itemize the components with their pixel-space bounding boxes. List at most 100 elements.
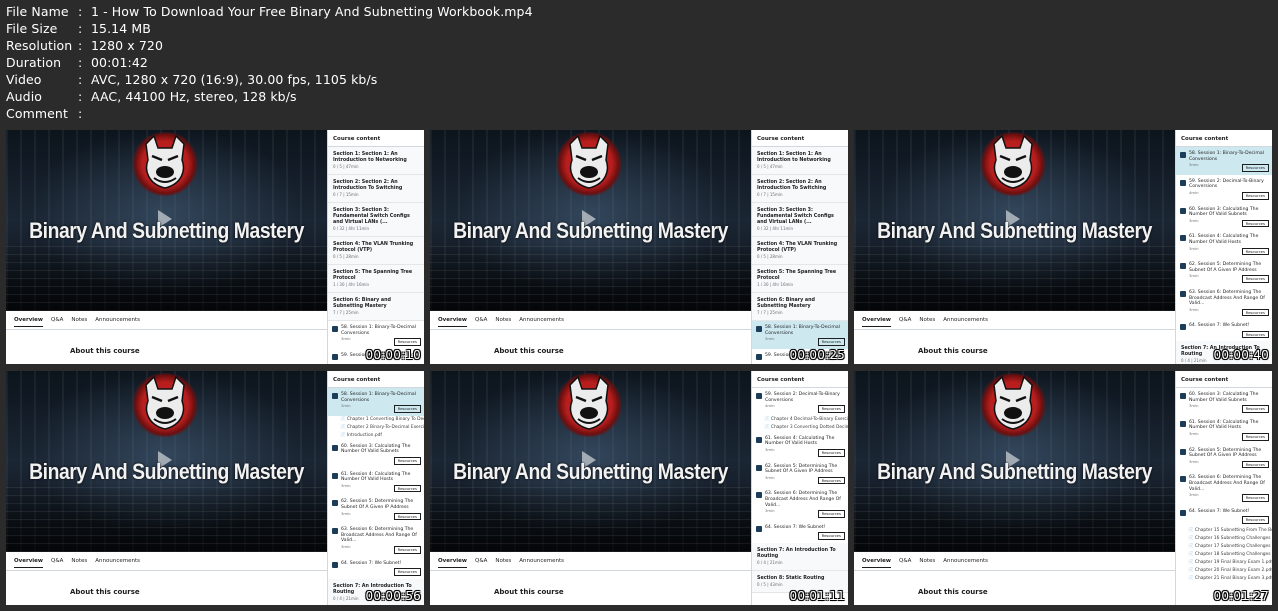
tab-overview[interactable]: Overview bbox=[438, 558, 467, 568]
tab-qa[interactable]: Q&A bbox=[51, 558, 63, 568]
resources-button[interactable]: Resources bbox=[393, 512, 421, 521]
video-thumbnail[interactable]: Binary And Subnetting Mastery Overview Q&… bbox=[854, 371, 1272, 605]
lecture-item[interactable]: 63. Session 6: Determining The Broadcast… bbox=[328, 523, 424, 556]
resources-button[interactable]: Resources bbox=[817, 532, 845, 540]
resource-file-link[interactable]: 📄 Chapter 3 Converting Dotted Decim bbox=[752, 424, 848, 432]
resources-button[interactable]: Resources bbox=[393, 456, 421, 465]
video-frame[interactable]: Binary And Subnetting Mastery bbox=[854, 130, 1175, 311]
section-header[interactable]: Section 7: An Introduction To Routing 0 /… bbox=[752, 542, 848, 571]
tab-announcements[interactable]: Announcements bbox=[943, 317, 988, 327]
checkbox-icon[interactable] bbox=[1180, 179, 1186, 186]
lecture-item[interactable]: 59. Session 2: Decimal-To-Binary Convers… bbox=[752, 388, 848, 416]
resources-button[interactable]: Resources bbox=[817, 476, 845, 485]
video-frame[interactable]: Binary And Subnetting Mastery bbox=[430, 371, 751, 552]
resource-file-link[interactable]: 📄 Chapter 16 Subnetting Challenges 1 bbox=[1176, 535, 1272, 543]
tab-overview[interactable]: Overview bbox=[14, 317, 43, 327]
checkbox-icon[interactable] bbox=[332, 353, 338, 360]
checkbox-icon[interactable] bbox=[1180, 476, 1186, 483]
tab-qa[interactable]: Q&A bbox=[899, 558, 911, 568]
checkbox-icon[interactable] bbox=[332, 561, 338, 568]
tab-notes[interactable]: Notes bbox=[495, 317, 511, 327]
lecture-item[interactable]: 64. Session 7: We Subnet! Resources bbox=[328, 557, 424, 579]
checkbox-icon[interactable] bbox=[756, 525, 762, 532]
tab-notes[interactable]: Notes bbox=[71, 558, 87, 568]
lecture-item[interactable]: 61. Session 4: Calculating The Number Of… bbox=[1176, 230, 1272, 258]
checkbox-icon[interactable] bbox=[332, 326, 338, 332]
lecture-item[interactable]: 60. Session 3: Calculating The Number Of… bbox=[1176, 388, 1272, 416]
video-frame[interactable]: Binary And Subnetting Mastery bbox=[430, 130, 751, 311]
section-header[interactable]: Section 5: The Spanning Tree Protocol 1 /… bbox=[328, 265, 424, 293]
resources-button[interactable]: Resources bbox=[1241, 516, 1269, 524]
resources-button[interactable]: Resources bbox=[1241, 247, 1269, 256]
checkbox-icon[interactable] bbox=[1180, 324, 1186, 331]
lecture-item[interactable]: 58. Session 1: Binary-To-Decimal Convers… bbox=[752, 321, 848, 349]
resources-button[interactable]: Resources bbox=[1241, 460, 1269, 469]
tab-notes[interactable]: Notes bbox=[495, 558, 511, 568]
lecture-item[interactable]: 61. Session 4: Calculating The Number Of… bbox=[752, 432, 848, 460]
section-header[interactable]: Section 2: Section 2: An Introduction To… bbox=[328, 175, 424, 203]
resources-button[interactable]: Resources bbox=[1241, 308, 1269, 317]
checkbox-icon[interactable] bbox=[756, 464, 762, 471]
resource-file-link[interactable]: 📄 Chapter 19 Final Binary Exam 1.pdf bbox=[1176, 559, 1272, 567]
tab-qa[interactable]: Q&A bbox=[899, 317, 911, 327]
resource-file-link[interactable]: 📄 Chapter 20 Final Binary Exam 2.pdf bbox=[1176, 567, 1272, 575]
tab-announcements[interactable]: Announcements bbox=[519, 317, 564, 327]
resources-button[interactable]: Resources bbox=[1241, 405, 1269, 413]
checkbox-icon[interactable] bbox=[756, 492, 762, 499]
video-thumbnail[interactable]: Binary And Subnetting Mastery Overview Q&… bbox=[6, 371, 424, 605]
video-thumbnail[interactable]: Binary And Subnetting Mastery Overview Q&… bbox=[6, 130, 424, 364]
checkbox-icon[interactable] bbox=[332, 444, 338, 451]
tab-overview[interactable]: Overview bbox=[862, 558, 891, 568]
video-thumbnail[interactable]: Binary And Subnetting Mastery Overview Q&… bbox=[854, 130, 1272, 364]
resources-button[interactable]: Resources bbox=[817, 405, 845, 413]
lecture-item[interactable]: 58. Session 1: Binary-To-Decimal Convers… bbox=[1176, 147, 1272, 175]
resource-file-link[interactable]: 📄 Chapter 4 Decimal-To-Binary Exercis bbox=[752, 416, 848, 424]
resources-button[interactable]: Resources bbox=[393, 545, 421, 554]
lecture-item[interactable]: 64. Session 7: We Subnet! Resources bbox=[1176, 319, 1272, 341]
resource-file-link[interactable]: 📄 Chapter 18 Subnetting Challenges 3 bbox=[1176, 551, 1272, 559]
checkbox-icon[interactable] bbox=[1180, 235, 1186, 242]
lecture-item[interactable]: 64. Session 7: We Subnet! Resources bbox=[752, 521, 848, 543]
resource-file-link[interactable]: 📄 Chapter 21 Final Binary Exam 3.pdf bbox=[1176, 575, 1272, 583]
lecture-item[interactable]: 62. Session 5: Determining The Subnet Of… bbox=[1176, 258, 1272, 286]
tab-notes[interactable]: Notes bbox=[71, 317, 87, 327]
section-header[interactable]: Section 2: Section 2: An Introduction To… bbox=[752, 175, 848, 203]
checkbox-icon[interactable] bbox=[332, 500, 338, 507]
checkbox-icon[interactable] bbox=[756, 393, 762, 399]
lecture-item[interactable]: 60. Session 3: Calculating The Number Of… bbox=[1176, 203, 1272, 231]
checkbox-icon[interactable] bbox=[1180, 393, 1186, 399]
section-header[interactable]: Section 5: The Spanning Tree Protocol 1 /… bbox=[752, 265, 848, 293]
lecture-item[interactable]: 64. Session 7: We Subnet! Resources bbox=[1176, 505, 1272, 527]
video-frame[interactable]: Binary And Subnetting Mastery bbox=[6, 130, 327, 311]
resource-file-link[interactable]: 📄 Chapter 2 Binary-To-Decimal Exercis bbox=[328, 424, 424, 432]
checkbox-icon[interactable] bbox=[332, 528, 338, 535]
video-frame[interactable]: Binary And Subnetting Mastery bbox=[854, 371, 1175, 552]
resources-button[interactable]: Resources bbox=[393, 568, 421, 576]
lecture-item[interactable]: 63. Session 6: Determining The Broadcast… bbox=[1176, 286, 1272, 319]
section-header[interactable]: Section 1: Section 1: An Introduction to… bbox=[752, 147, 848, 175]
resources-button[interactable]: Resources bbox=[393, 484, 421, 493]
tab-notes[interactable]: Notes bbox=[919, 558, 935, 568]
section-header[interactable]: Section 3: Section 3: Fundamental Switch… bbox=[328, 203, 424, 237]
tab-announcements[interactable]: Announcements bbox=[943, 558, 988, 568]
checkbox-icon[interactable] bbox=[332, 472, 338, 479]
checkbox-icon[interactable] bbox=[1180, 152, 1186, 158]
video-thumbnail[interactable]: Binary And Subnetting Mastery Overview Q&… bbox=[430, 130, 848, 364]
resources-button[interactable]: Resources bbox=[393, 405, 421, 413]
resources-button[interactable]: Resources bbox=[1241, 330, 1269, 339]
resources-button[interactable]: Resources bbox=[393, 338, 421, 346]
section-header[interactable]: Section 1: Section 1: An Introduction to… bbox=[328, 147, 424, 175]
tab-qa[interactable]: Q&A bbox=[475, 317, 487, 327]
video-thumbnail[interactable]: Binary And Subnetting Mastery Overview Q&… bbox=[430, 371, 848, 605]
tab-announcements[interactable]: Announcements bbox=[95, 558, 140, 568]
lecture-item[interactable]: 62. Session 5: Determining The Subnet Of… bbox=[1176, 444, 1272, 472]
resources-button[interactable]: Resources bbox=[817, 338, 845, 346]
resources-button[interactable]: Resources bbox=[817, 510, 845, 518]
lecture-item[interactable]: 60. Session 3: Calculating The Number Of… bbox=[328, 440, 424, 468]
checkbox-icon[interactable] bbox=[1180, 420, 1186, 427]
lecture-item[interactable]: 63. Session 6: Determining The Broadcast… bbox=[752, 487, 848, 520]
tab-overview[interactable]: Overview bbox=[14, 558, 43, 568]
lecture-item[interactable]: 61. Session 4: Calculating The Number Of… bbox=[328, 468, 424, 496]
resources-button[interactable]: Resources bbox=[1241, 494, 1269, 502]
checkbox-icon[interactable] bbox=[756, 326, 762, 332]
